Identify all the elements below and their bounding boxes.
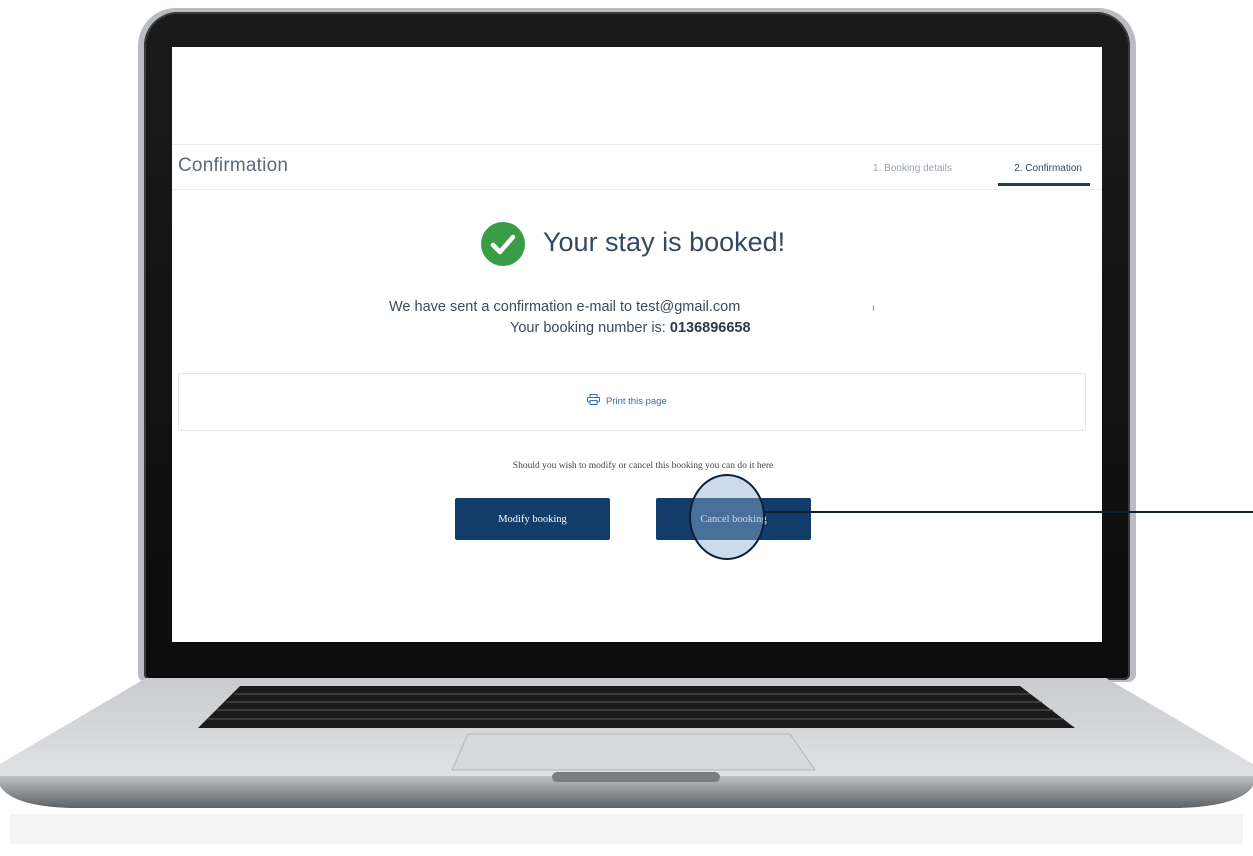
page-title: Confirmation [178,155,289,176]
check-circle-icon [481,222,525,266]
steps-nav: 1. Booking details 2. Confirmation [790,145,1090,189]
click-highlight-circle [689,474,765,560]
laptop-base [0,676,1253,856]
booking-number-text: Your booking number is: 0136896658 [510,320,751,336]
printer-icon [587,394,600,408]
step-confirmation[interactable]: 2. Confirmation [1014,163,1082,174]
success-banner: Your stay is booked! [172,219,1102,269]
step-booking-details[interactable]: 1. Booking details [873,163,952,174]
print-link-label: Print this page [606,395,667,407]
active-step-underline [998,183,1090,186]
success-title: Your stay is booked! [543,227,786,257]
page-header: Confirmation 1. Booking details 2. Confi… [172,145,1102,190]
top-bar [172,47,1102,145]
modify-cancel-prompt: Should you wish to modify or cancel this… [512,461,774,471]
modify-booking-button[interactable]: Modify booking [455,498,610,540]
print-panel: Print this page [178,373,1086,431]
text-mark: ı [872,303,875,314]
email-confirmation-text: We have sent a confirmation e-mail to te… [389,299,741,315]
booking-number-label: Your booking number is: [510,320,666,336]
booking-number: 0136896658 [669,320,751,336]
screen: Confirmation 1. Booking details 2. Confi… [172,47,1102,642]
callout-pointer-line [765,511,1253,513]
print-link[interactable]: Print this page [587,394,667,408]
